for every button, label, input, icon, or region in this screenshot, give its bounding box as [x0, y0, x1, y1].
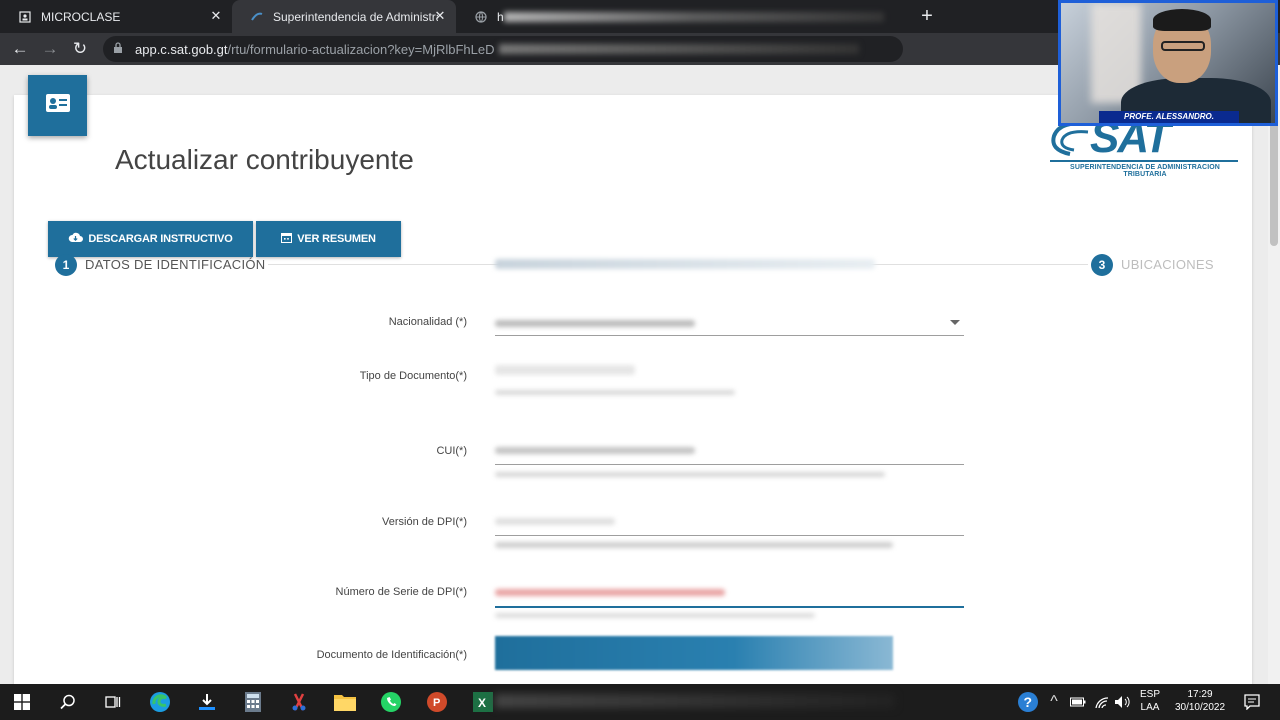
calculator-icon[interactable] [241, 690, 265, 714]
chevron-down-icon[interactable] [950, 320, 960, 325]
close-icon[interactable]: ✕ [208, 8, 224, 24]
numero-serie-dpi-input[interactable] [495, 606, 964, 608]
form-card: Actualizar contribuyente DESCARGAR INSTR… [14, 95, 1252, 684]
help-icon[interactable]: ? [1016, 690, 1040, 714]
chevron-up-icon[interactable]: ^ [1042, 690, 1066, 714]
windows-taskbar: P X ? ^ ESP LAA 17:29 30/10/2022 [0, 684, 1280, 720]
close-icon[interactable]: ✕ [432, 8, 448, 24]
blurred-taskbar-area [495, 694, 895, 708]
task-view-icon[interactable] [101, 690, 125, 714]
search-icon[interactable] [56, 690, 80, 714]
tab-title: Superintendencia de Administrac [273, 9, 438, 24]
tipo-documento-value[interactable] [495, 365, 635, 375]
webcam-person-glasses [1161, 41, 1205, 51]
clock[interactable]: 17:29 30/10/2022 [1168, 688, 1232, 714]
tab-third[interactable]: h [456, 0, 906, 33]
edge-browser-icon[interactable] [148, 690, 172, 714]
whatsapp-icon[interactable] [379, 690, 403, 714]
tab-title: MICROCLASE [41, 9, 121, 24]
version-dpi-hint [495, 542, 893, 548]
sat-favicon [250, 10, 264, 24]
tipo-documento-label: Tipo de Documento(*) [359, 370, 467, 382]
cui-hint [495, 472, 885, 477]
sat-rule [1050, 160, 1238, 162]
blurred-url [498, 44, 859, 54]
input-language[interactable]: ESP LAA [1136, 688, 1164, 714]
calendar-icon [281, 232, 293, 246]
svg-text:P: P [433, 697, 440, 709]
id-card-icon [45, 94, 70, 117]
new-tab-icon[interactable]: + [916, 5, 938, 27]
tab-title: h [497, 9, 504, 24]
file-explorer-icon[interactable] [333, 690, 357, 714]
step-1-number[interactable]: 1 [55, 254, 77, 276]
clock-date: 30/10/2022 [1174, 702, 1226, 713]
tab-microclase[interactable]: MICROCLASE ✕ [0, 0, 232, 33]
ver-resumen-button[interactable]: VER RESUMEN [256, 221, 401, 257]
blurred-tab-text [503, 11, 884, 22]
globe-icon [474, 10, 488, 24]
language-code: ESP [1139, 689, 1160, 700]
sat-subtitle: SUPERINTENDENCIA DE ADMINISTRACION TRIBU… [1070, 164, 1220, 178]
windows-start-icon[interactable] [10, 690, 34, 714]
svg-text:X: X [478, 696, 486, 710]
url-path: /rtu/formulario-actualizacion?key=MjRlbF… [227, 41, 495, 57]
documento-identificacion-label: Documento de Identificación(*) [316, 649, 467, 661]
powerpoint-icon[interactable]: P [425, 690, 449, 714]
cui-value[interactable] [495, 447, 695, 454]
cui-label: CUI(*) [436, 445, 467, 457]
excel-icon[interactable]: X [471, 690, 495, 714]
numero-serie-dpi-label: Número de Serie de DPI(*) [335, 586, 467, 598]
download-instructivo-button[interactable]: DESCARGAR INSTRUCTIVO [48, 221, 253, 257]
numero-serie-dpi-value[interactable] [495, 589, 725, 596]
cui-input[interactable] [495, 464, 964, 465]
svg-text:?: ? [1024, 694, 1033, 710]
nacionalidad-label: Nacionalidad (*) [388, 316, 467, 328]
blurred-step [495, 259, 875, 269]
step-3-number[interactable]: 3 [1091, 254, 1113, 276]
nacionalidad-value[interactable] [495, 320, 695, 327]
step-3-label[interactable]: UBICACIONES [1121, 257, 1214, 272]
clock-time: 17:29 [1187, 689, 1213, 700]
webcam-caption: PROFE. ALESSANDRO. [1099, 111, 1239, 123]
back-arrow-icon[interactable]: ← [9, 38, 31, 60]
tipo-documento-line [495, 390, 735, 395]
documento-identificacion-upload[interactable] [495, 636, 893, 670]
webcam-overlay: PROFE. ALESSANDRO. [1058, 0, 1278, 126]
tab-sat[interactable]: Superintendencia de Administrac ✕ [232, 0, 456, 33]
page-icon [18, 10, 32, 24]
volume-icon[interactable] [1110, 690, 1134, 714]
snipping-tool-icon[interactable] [287, 690, 311, 714]
keyboard-layout: LAA [1140, 702, 1160, 713]
button-label: DESCARGAR INSTRUCTIVO [88, 233, 233, 245]
battery-icon[interactable] [1066, 690, 1090, 714]
page-title: Actualizar contribuyente [115, 144, 414, 175]
reload-icon[interactable]: ↻ [69, 38, 91, 60]
step-1-label[interactable]: DATOS DE IDENTIFICACIÓN [85, 257, 266, 272]
download-app-icon[interactable] [195, 690, 219, 714]
notifications-icon[interactable] [1240, 690, 1264, 714]
webcam-person-hair [1153, 9, 1211, 31]
url-host: app.c.sat.gob.gt [135, 41, 228, 57]
address-bar[interactable]: app.c.sat.gob.gt /rtu/formulario-actuali… [103, 36, 903, 62]
cloud-download-icon [68, 232, 84, 246]
forward-arrow-icon[interactable]: → [39, 38, 61, 60]
version-dpi-label: Versión de DPI(*) [382, 516, 467, 528]
version-dpi-value[interactable] [495, 518, 615, 525]
nacionalidad-select[interactable] [495, 335, 964, 336]
contact-card-badge [28, 75, 87, 136]
lock-icon [113, 41, 129, 57]
numero-serie-dpi-hint [495, 613, 815, 618]
version-dpi-input[interactable] [495, 535, 964, 536]
button-label: VER RESUMEN [297, 233, 376, 245]
